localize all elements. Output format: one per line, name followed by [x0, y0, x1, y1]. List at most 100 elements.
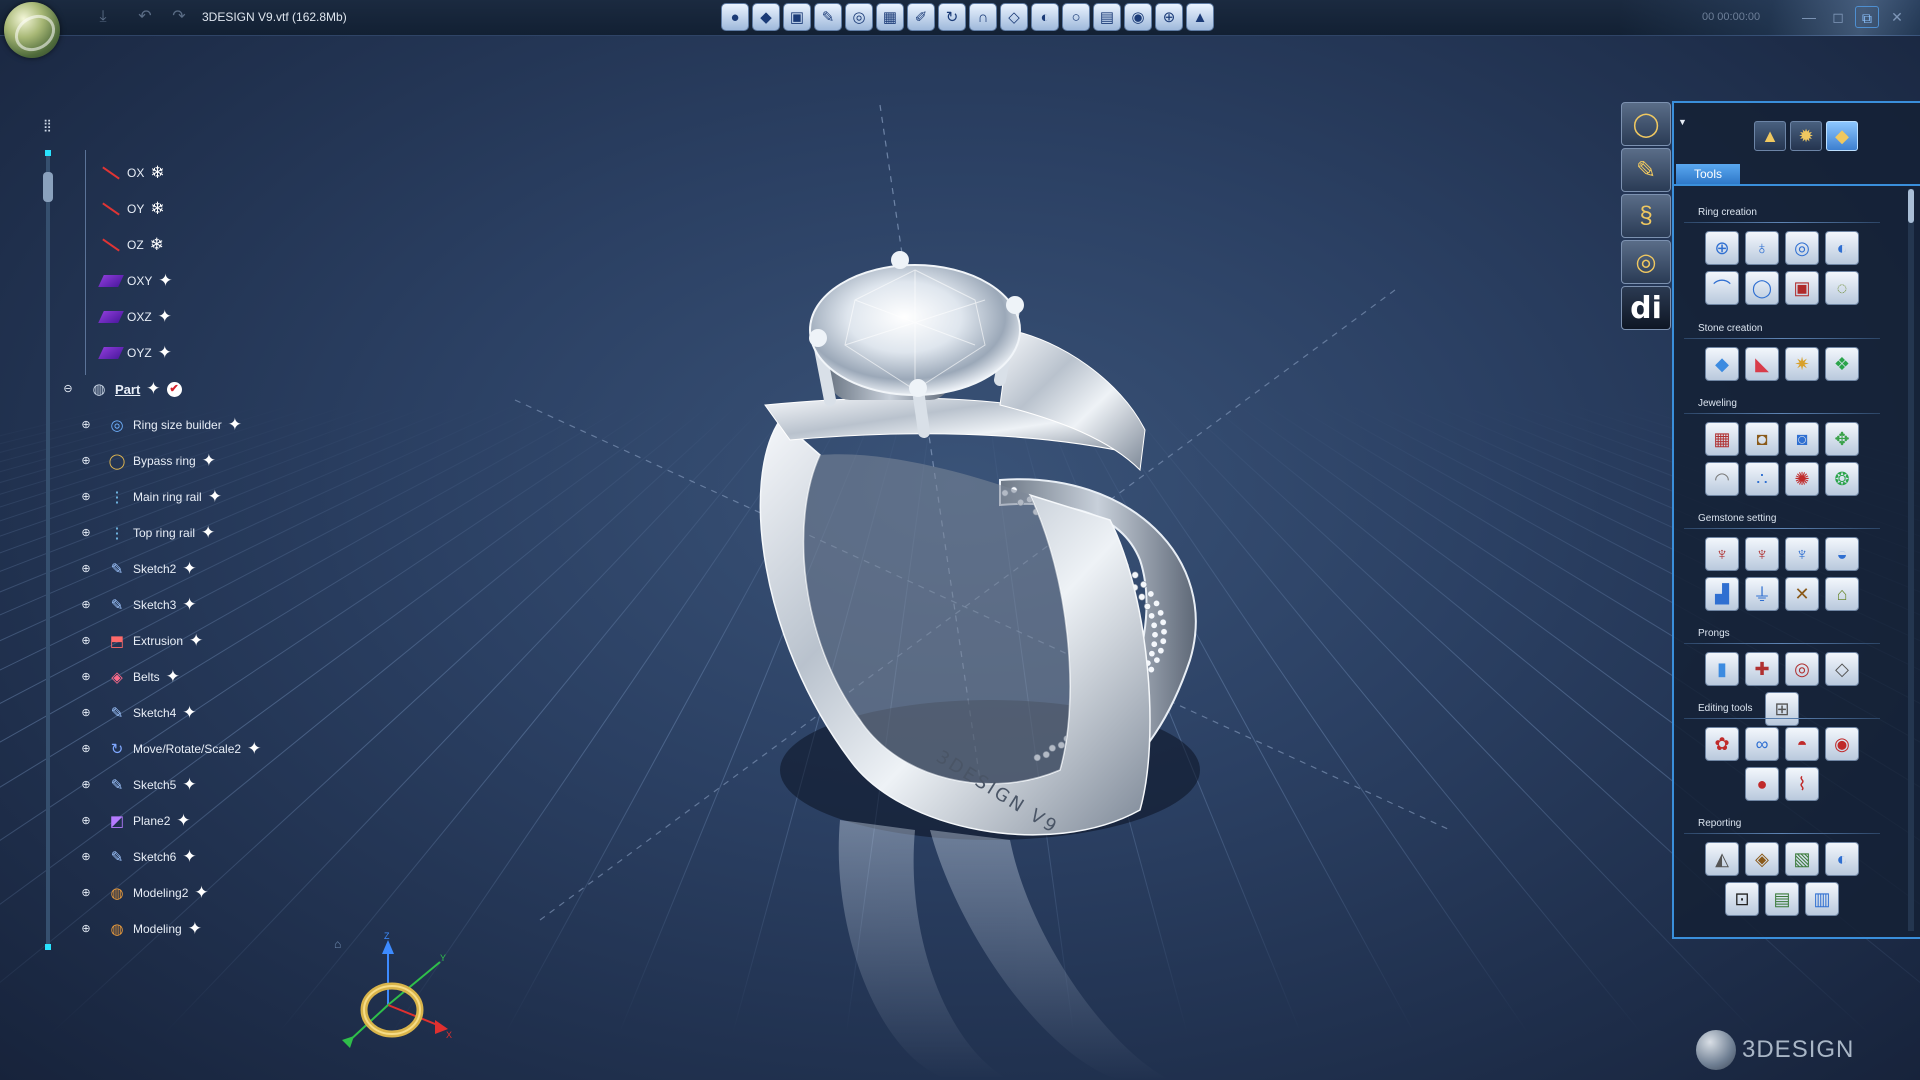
- panel-scrollbar[interactable]: [1908, 189, 1914, 931]
- sphere-icon[interactable]: ●: [721, 3, 749, 31]
- undo-icon[interactable]: ↶: [134, 8, 156, 26]
- magnet-icon[interactable]: ∩: [969, 3, 997, 31]
- tool-icon[interactable]: ❖: [1825, 347, 1859, 381]
- ring-icon[interactable]: ○: [1062, 3, 1090, 31]
- ruler-icon[interactable]: ✎: [814, 3, 842, 31]
- expand-icon[interactable]: ⊕: [81, 600, 91, 611]
- grid-icon[interactable]: ▦: [876, 3, 904, 31]
- expand-icon[interactable]: ⊕: [81, 636, 91, 647]
- expand-icon[interactable]: ⊕: [81, 708, 91, 719]
- gear-mode-icon[interactable]: ✹: [1790, 121, 1822, 151]
- close-button[interactable]: ✕: [1885, 6, 1909, 28]
- tree-scroll-thumb[interactable]: [43, 172, 53, 202]
- tool-icon[interactable]: ◯: [1745, 271, 1779, 305]
- tree-scrollbar[interactable]: [43, 150, 53, 950]
- tool-icon[interactable]: ◙: [1785, 422, 1819, 456]
- freeze-icon[interactable]: ❄: [150, 199, 164, 219]
- tool-icon[interactable]: ◘: [1745, 422, 1779, 456]
- tree-row[interactable]: ⊕ ⋮ Top ring rail ✦: [81, 522, 215, 544]
- stone-icon[interactable]: ◇: [1000, 3, 1028, 31]
- tree-row[interactable]: ⊕ ⬒ Extrusion ✦: [81, 630, 203, 652]
- home-view-icon[interactable]: ⌂: [334, 937, 341, 951]
- tool-icon[interactable]: ▣: [1785, 271, 1819, 305]
- di-category-icon[interactable]: di: [1621, 286, 1671, 330]
- tool-icon[interactable]: ◆: [1705, 347, 1739, 381]
- active-check-icon[interactable]: ✔: [166, 381, 182, 397]
- expand-icon[interactable]: ⊕: [81, 888, 91, 899]
- tool-icon[interactable]: ▧: [1785, 842, 1819, 876]
- tool-icon[interactable]: ✷: [1785, 347, 1819, 381]
- tree-row[interactable]: OX ❄: [101, 162, 165, 184]
- save-icon[interactable]: ⤓: [92, 8, 114, 26]
- expand-icon[interactable]: ⊕: [81, 564, 91, 575]
- expand-icon[interactable]: ⊕: [81, 816, 91, 827]
- tool-icon[interactable]: ◠: [1705, 462, 1739, 496]
- tree-row[interactable]: ⊕ ◍ Modeling ✦: [81, 918, 202, 940]
- visibility-star-icon[interactable]: ✦: [194, 883, 208, 903]
- tool-icon[interactable]: ♆: [1705, 537, 1739, 571]
- tool-icon[interactable]: ✥: [1825, 422, 1859, 456]
- visibility-star-icon[interactable]: ✦: [182, 703, 196, 723]
- tab-tools[interactable]: Tools: [1676, 164, 1740, 184]
- tool-icon[interactable]: ♆: [1745, 537, 1779, 571]
- ring-size-icon[interactable]: ◎: [845, 3, 873, 31]
- tool-icon[interactable]: ⊡: [1725, 882, 1759, 916]
- tool-icon[interactable]: ●: [1745, 767, 1779, 801]
- tree-row[interactable]: ⊕ ◍ Modeling2 ✦: [81, 882, 208, 904]
- snake-category-icon[interactable]: §: [1621, 194, 1671, 238]
- visibility-star-icon[interactable]: ✦: [228, 415, 242, 435]
- cube-icon[interactable]: ▣: [783, 3, 811, 31]
- tool-icon[interactable]: ❂: [1825, 462, 1859, 496]
- axis-gizmo[interactable]: ⌂ Z Y X: [330, 930, 470, 1060]
- tree-row[interactable]: OY ❄: [101, 198, 165, 220]
- tool-icon[interactable]: ◈: [1745, 842, 1779, 876]
- render-icon[interactable]: ◐: [1031, 3, 1059, 31]
- tree-row[interactable]: ⊕ ✎ Sketch4 ✦: [81, 702, 196, 724]
- visibility-star-icon[interactable]: ✦: [201, 523, 215, 543]
- tag-icon[interactable]: ◉: [1124, 3, 1152, 31]
- expand-icon[interactable]: ⊕: [81, 492, 91, 503]
- tree-row[interactable]: ⊕ ✎ Sketch5 ✦: [81, 774, 196, 796]
- tool-icon[interactable]: ♁: [1745, 231, 1779, 265]
- target-icon[interactable]: ⊕: [1155, 3, 1183, 31]
- tool-icon[interactable]: ▮: [1705, 652, 1739, 686]
- tool-icon[interactable]: ⌇: [1785, 767, 1819, 801]
- tool-icon[interactable]: ✺: [1785, 462, 1819, 496]
- freeze-icon[interactable]: ❄: [150, 163, 164, 183]
- tree-row[interactable]: OXZ ✦: [98, 306, 172, 328]
- tree-row[interactable]: OZ ❄: [101, 234, 164, 256]
- expand-icon[interactable]: ⊕: [81, 780, 91, 791]
- visibility-star-icon[interactable]: ✦: [182, 847, 196, 867]
- tree-menu-icon[interactable]: ⣿: [43, 118, 59, 132]
- tool-icon[interactable]: ✚: [1745, 652, 1779, 686]
- maximize-button[interactable]: ⧉: [1855, 6, 1879, 28]
- visibility-star-icon[interactable]: ✦: [158, 343, 172, 363]
- band-category-icon[interactable]: ◎: [1621, 240, 1671, 284]
- visibility-star-icon[interactable]: ✦: [158, 271, 172, 291]
- tool-icon[interactable]: ▤: [1765, 882, 1799, 916]
- panel-scroll-thumb[interactable]: [1908, 189, 1914, 223]
- visibility-star-icon[interactable]: ✦: [146, 379, 160, 399]
- restore-button[interactable]: ◻: [1826, 6, 1850, 28]
- tool-icon[interactable]: ◌: [1825, 271, 1859, 305]
- tree-row[interactable]: ⊕ ◯ Bypass ring ✦: [81, 450, 216, 472]
- expand-icon[interactable]: ⊕: [81, 852, 91, 863]
- tree-row[interactable]: ⊕ ◈ Belts ✦: [81, 666, 180, 688]
- app-logo-button[interactable]: [4, 2, 60, 58]
- freeze-icon[interactable]: ❄: [150, 235, 164, 255]
- minimize-button[interactable]: —: [1797, 6, 1821, 28]
- tree-row[interactable]: OYZ ✦: [98, 342, 172, 364]
- tool-icon[interactable]: ◐: [1825, 842, 1859, 876]
- expand-icon[interactable]: ⊕: [81, 744, 91, 755]
- tool-icon[interactable]: ⌂: [1825, 577, 1859, 611]
- tool-icon[interactable]: ∴: [1745, 462, 1779, 496]
- panel-menu-arrow-icon[interactable]: ▼: [1678, 117, 1687, 127]
- tool-icon[interactable]: ▟: [1705, 577, 1739, 611]
- tree-row[interactable]: ⊖ ◍ Part ✦ ✔: [63, 378, 182, 400]
- tree-row[interactable]: ⊕ ✎ Sketch3 ✦: [81, 594, 196, 616]
- tool-icon[interactable]: ✕: [1785, 577, 1819, 611]
- tool-icon[interactable]: ▥: [1805, 882, 1839, 916]
- tool-icon[interactable]: ∞: [1745, 727, 1779, 761]
- tool-icon[interactable]: ♆: [1785, 537, 1819, 571]
- gem-icon[interactable]: ◆: [752, 3, 780, 31]
